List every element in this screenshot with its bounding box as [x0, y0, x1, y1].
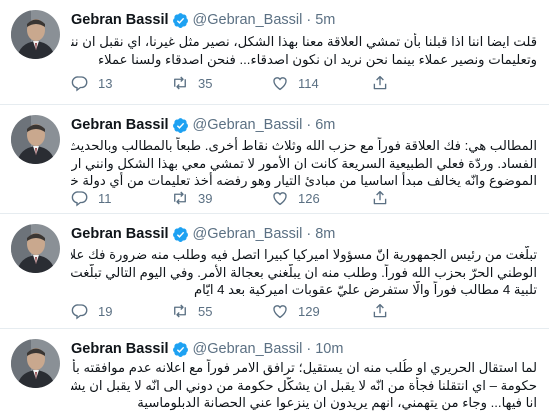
retweet-icon — [174, 304, 186, 318]
author-name[interactable]: Gebran Bassil — [71, 340, 169, 358]
tweet-text-line: الموضوع وانّه يخالف مبدأ اساسيا من مبادئ… — [71, 173, 537, 188]
author-handle[interactable]: @Gebran_Bassil — [193, 11, 303, 29]
reply-count: 19 — [98, 303, 113, 319]
author-handle[interactable]: @Gebran_Bassil — [193, 225, 303, 243]
like-icon — [273, 305, 287, 319]
tweet-text-line: لما استقال الحريري او طُلب منه ان يستقيل… — [71, 360, 537, 375]
tweet[interactable]: Gebran Bassil @Gebran_Bassil · 8m تبلّغت… — [0, 214, 549, 329]
reply-icon — [71, 191, 88, 207]
like-count: 114 — [298, 75, 319, 91]
tweet-text-line: تلبية 4 مطالب فوراً والّا ستفرض عليّ عقو… — [193, 282, 537, 297]
verified-badge-icon — [172, 117, 189, 134]
retweet-count: 35 — [198, 75, 213, 91]
avatar[interactable] — [11, 115, 60, 164]
tweet-text-line: الفساد. وردّة فعلي الطبيعية السريعة كانت… — [71, 155, 537, 171]
share-icon — [373, 75, 387, 90]
retweet-icon — [174, 76, 186, 90]
like-count: 129 — [298, 303, 320, 319]
tweet-header: Gebran Bassil @Gebran_Bassil · 10m — [71, 340, 343, 358]
separator-dot: · — [306, 117, 312, 133]
tweet-text-line: وتعليمات ونصير عملاء بينما نحن نريد ان ن… — [97, 51, 537, 67]
like-button[interactable]: 114 — [271, 74, 371, 92]
tweet-actions: 19 55 129 — [71, 301, 471, 321]
tweet-text: المطالب هي: فك العلاقة فوراً مع حزب الله… — [71, 137, 537, 190]
tweet-text-line: الوطني الحرّ بحزب الله فوراً. وطلب منه ا… — [71, 264, 537, 280]
avatar[interactable] — [11, 339, 60, 388]
retweet-button[interactable]: 35 — [171, 74, 271, 92]
like-icon — [273, 77, 287, 91]
like-button[interactable]: 129 — [271, 302, 371, 320]
retweet-button[interactable]: 55 — [171, 302, 271, 320]
share-button[interactable] — [371, 74, 471, 92]
author-name[interactable]: Gebran Bassil — [71, 225, 169, 243]
like-icon — [273, 192, 287, 206]
tweet-text-line: قلت ايضا اننا اذا قبلنا بأن تمشي العلاقة… — [71, 34, 537, 49]
share-button[interactable] — [371, 302, 471, 320]
tweet-text: تبلّغت من رئيس الجمهورية انّ مسؤولا امير… — [71, 246, 537, 299]
tweet-header: Gebran Bassil @Gebran_Bassil · 5m — [71, 11, 335, 29]
author-name[interactable]: Gebran Bassil — [71, 11, 169, 29]
tweet-text: قلت ايضا اننا اذا قبلنا بأن تمشي العلاقة… — [71, 33, 537, 68]
share-icon — [373, 190, 387, 205]
tweet-timestamp[interactable]: 10m — [315, 340, 343, 358]
retweet-button[interactable]: 39 — [171, 189, 271, 207]
tweet[interactable]: Gebran Bassil @Gebran_Bassil · 6m المطال… — [0, 105, 549, 214]
tweet-header: Gebran Bassil @Gebran_Bassil · 6m — [71, 116, 335, 134]
avatar[interactable] — [11, 10, 60, 59]
tweet-header: Gebran Bassil @Gebran_Bassil · 8m — [71, 225, 335, 243]
tweet-feed: Gebran Bassil @Gebran_Bassil · 5m قلت اي… — [0, 0, 549, 419]
author-handle[interactable]: @Gebran_Bassil — [193, 116, 303, 134]
verified-badge-icon — [172, 226, 189, 243]
tweet-timestamp[interactable]: 6m — [315, 116, 335, 134]
retweet-count: 39 — [198, 190, 213, 206]
tweet-text-line: تبلّغت من رئيس الجمهورية انّ مسؤولا امير… — [71, 247, 537, 262]
tweet-text-line: المطالب هي: فك العلاقة فوراً مع حزب الله… — [71, 138, 537, 153]
tweet-text-line: انا فيها... وجاء من يتهمني، انهم يريدون … — [137, 395, 537, 410]
tweet-text-line: حكومة – اي انتقلنا فجأة من انّه لا يقبل … — [71, 377, 537, 393]
separator-dot: · — [306, 12, 312, 28]
tweet[interactable]: Gebran Bassil @Gebran_Bassil · 10m لما ا… — [0, 329, 549, 419]
tweet[interactable]: Gebran Bassil @Gebran_Bassil · 5m قلت اي… — [0, 0, 549, 105]
reply-button[interactable]: 13 — [71, 74, 171, 92]
retweet-count: 55 — [198, 303, 213, 319]
retweet-icon — [174, 191, 186, 205]
reply-count: 11 — [98, 190, 112, 206]
tweet-timestamp[interactable]: 8m — [315, 225, 335, 243]
tweet-actions: 11 39 126 — [71, 188, 471, 208]
verified-badge-icon — [172, 12, 189, 29]
separator-dot: · — [306, 341, 312, 357]
tweet-timestamp[interactable]: 5m — [315, 11, 335, 29]
separator-dot: · — [306, 226, 312, 242]
like-count: 126 — [298, 190, 320, 206]
reply-button[interactable]: 11 — [71, 189, 171, 207]
like-button[interactable]: 126 — [271, 189, 371, 207]
avatar[interactable] — [11, 224, 60, 273]
share-button[interactable] — [371, 189, 471, 207]
verified-badge-icon — [172, 341, 189, 358]
reply-button[interactable]: 19 — [71, 302, 171, 320]
reply-icon — [71, 304, 88, 320]
tweet-text: لما استقال الحريري او طُلب منه ان يستقيل… — [71, 359, 537, 412]
author-name[interactable]: Gebran Bassil — [71, 116, 169, 134]
share-icon — [373, 303, 387, 318]
reply-count: 13 — [98, 75, 113, 91]
reply-icon — [71, 76, 88, 92]
author-handle[interactable]: @Gebran_Bassil — [193, 340, 303, 358]
tweet-actions: 13 35 114 — [71, 73, 471, 93]
